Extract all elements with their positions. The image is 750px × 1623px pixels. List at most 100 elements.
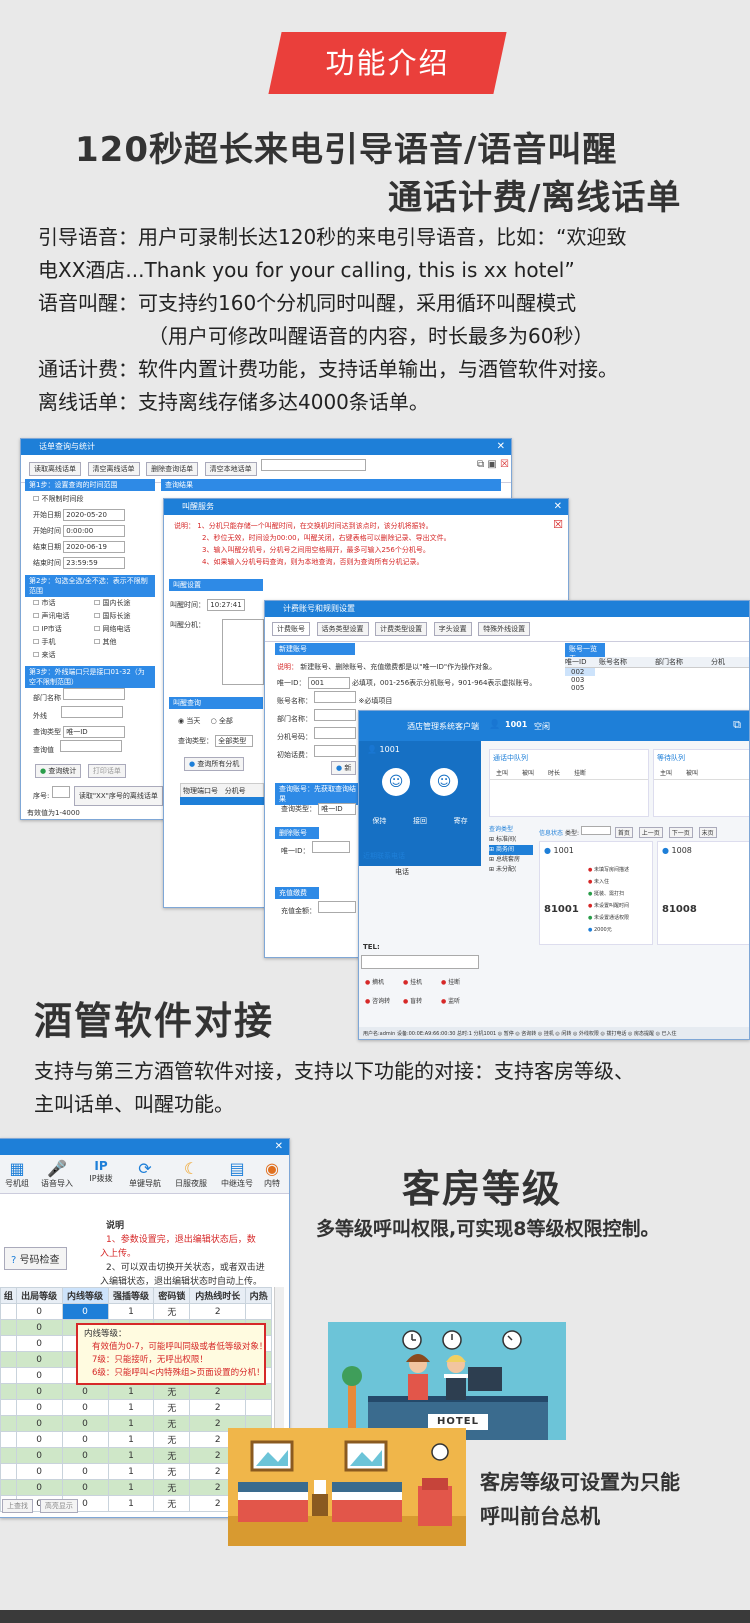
recharge-field[interactable] (318, 901, 357, 913)
consult-transfer-button[interactable]: ● 咨询转 (365, 996, 403, 1005)
window-titlebar: 计费账号和规则设置 (265, 601, 749, 617)
type-checkbox[interactable]: ☐ 手机 (33, 636, 94, 649)
type-checkbox[interactable]: ☐ 国内长途 (94, 597, 155, 610)
paragraph-line: 离线话单：支持离线存储多达4000条话单。 (38, 390, 429, 414)
query-type-select[interactable]: 唯一ID (318, 803, 357, 815)
number-check-button[interactable]: ? 号码检查 (4, 1247, 67, 1270)
close-icon[interactable]: ✕ (554, 499, 562, 515)
table-row[interactable]: 001无2 (0, 1303, 272, 1320)
query-stats-button[interactable]: ● 查询统计 (35, 764, 82, 778)
seq-field[interactable] (51, 786, 70, 798)
hold-button[interactable]: 保持 (372, 816, 386, 826)
close-icon[interactable]: ✕ (497, 439, 505, 455)
desc-line: 2、可以双击切换开关状态，或者双击进 (106, 1263, 265, 1273)
end-time-field[interactable]: 23:59:59 (63, 557, 126, 569)
toolbar-group-button[interactable]: ▦ 号机组 (2, 1159, 32, 1189)
query-all-button[interactable]: ● 查询所有分机 (184, 757, 245, 771)
selected-row[interactable] (180, 797, 264, 805)
toolbar-special-button[interactable]: ◉ 内特 (262, 1159, 282, 1189)
all-radio[interactable]: ○ 全部 (211, 717, 233, 725)
wakeup-time-field[interactable]: 10:27:41 (207, 599, 246, 611)
clear-offline-button[interactable]: 清空离线话单 (87, 462, 140, 476)
type-checkbox[interactable]: ☐ 市话 (33, 597, 94, 610)
delete-id-field[interactable] (311, 841, 350, 853)
blind-transfer-button[interactable]: ● 盲转 (403, 996, 441, 1005)
field-label: 分机号码： (277, 733, 312, 741)
table-row[interactable]: 001无2 (0, 1399, 272, 1416)
tree-item[interactable]: ⊞ 商务间 (489, 845, 533, 855)
field-label: 部门名称 (33, 694, 61, 702)
type-checkbox[interactable]: ☐ 网络电话 (94, 623, 155, 636)
tab-prefix[interactable]: 字头设置 (433, 622, 472, 636)
type-checkbox[interactable]: ☐ 声讯电话 (33, 610, 94, 623)
type-select[interactable] (580, 826, 611, 835)
table-row[interactable]: 001无2 (0, 1383, 272, 1400)
wakeup-ext-textarea[interactable] (222, 619, 264, 685)
hangup-button[interactable]: ● 挂机 (403, 977, 441, 986)
search-input[interactable] (261, 459, 367, 471)
tree-item[interactable]: ⊞ 未分配( (489, 865, 533, 875)
toolbar-nav-button[interactable]: ⟳ 单键导航 (124, 1159, 166, 1189)
dept-field[interactable] (63, 688, 126, 700)
footer-note: 有效值为1-4000 (27, 809, 80, 817)
tab-special-trunk[interactable]: 特殊外线设置 (478, 622, 531, 636)
close-icon[interactable]: ✕ (275, 1139, 283, 1155)
park-button[interactable]: 寄存 (454, 816, 468, 826)
disconnect-button[interactable]: ● 挂断 (441, 977, 479, 986)
last-page-button[interactable]: 末页 (698, 827, 717, 838)
next-page-button[interactable]: 下一页 (668, 827, 693, 838)
toolbar-voice-import-button[interactable]: 🎤 语音导入 (36, 1159, 78, 1189)
paragraph-line: （用户可修改叫醒语音的内容，时长最多为60秒） (148, 324, 594, 348)
type-checkbox[interactable]: ☐ 其他 (94, 636, 155, 649)
toolbar-ip-button[interactable]: IP IP拨拨 (82, 1159, 120, 1189)
room-card[interactable]: ● 1008 81008 (657, 841, 749, 945)
table-row[interactable]: 003 (565, 676, 749, 684)
dept-field[interactable] (314, 709, 357, 721)
tree-item[interactable]: ⊞ 标准间( (489, 835, 533, 845)
toolbar-trunk-button[interactable]: ▤ 中继连号 (216, 1159, 258, 1189)
room-card[interactable]: ● 1001 81001 ● 未填写房间描述 ● 未入住 ● 挺装、需打扫 ● … (539, 841, 653, 945)
clear-local-button[interactable]: 清空本地话单 (204, 462, 257, 476)
toolbar-daynight-button[interactable]: ☾ 日服夜服 (170, 1159, 212, 1189)
window-controls[interactable]: ⧉ ▣ ☒ (477, 459, 509, 470)
today-radio[interactable]: ◉ 当天 (178, 717, 200, 725)
note-line: 1、分机只能存储一个叫醒时间，在交换机时间达到该点时，该分机将振铃。 (197, 522, 433, 530)
tab-billing-account[interactable]: 计费账号 (272, 622, 310, 636)
window-icon[interactable]: ⧉ (733, 718, 741, 732)
first-page-button[interactable]: 首页 (614, 827, 633, 838)
no-limit-checkbox[interactable]: ☐ 不限制时间段 (25, 491, 155, 507)
table-row[interactable]: 002 (565, 668, 595, 676)
start-date-field[interactable]: 2020-05-20 (63, 509, 126, 521)
find-button[interactable]: 上查找 (2, 1499, 33, 1513)
type-checkbox[interactable]: ☐ 来话 (33, 649, 94, 662)
init-fee-field[interactable] (314, 745, 357, 757)
tel-input[interactable] (361, 955, 479, 969)
tab-charge-type[interactable]: 计费类型设置 (375, 622, 428, 636)
trunk-field[interactable] (61, 706, 124, 718)
highlight-button[interactable]: 高亮显示 (39, 1499, 78, 1513)
type-checkbox[interactable]: ☐ IP市话 (33, 623, 94, 636)
start-time-field[interactable]: 0:00:00 (63, 525, 126, 537)
type-checkbox[interactable]: ☐ 国际长途 (94, 610, 155, 623)
pickup-button[interactable]: ● 摘机 (365, 977, 403, 986)
tree-item[interactable]: ⊞ 总统套房 (489, 855, 533, 865)
close-icon[interactable]: ☒ (553, 518, 563, 531)
query-value-field[interactable] (60, 740, 123, 752)
query-type-select[interactable]: 唯一ID (63, 726, 126, 738)
tab-call-type[interactable]: 话务类型设置 (316, 622, 369, 636)
account-name-field[interactable] (314, 691, 357, 703)
prev-page-button[interactable]: 上一页 (638, 827, 663, 838)
ext-field[interactable] (314, 727, 357, 739)
query-type-select[interactable]: 全部类型 (215, 735, 254, 747)
read-offline-button[interactable]: 读取离线话单 (29, 462, 81, 476)
field-label: 查询值 (33, 746, 54, 754)
monitor-button[interactable]: ● 监听 (441, 996, 479, 1005)
new-button[interactable]: ● 新 (331, 761, 357, 775)
retrieve-button[interactable]: 接回 (413, 816, 427, 826)
end-date-field[interactable]: 2020-06-19 (63, 541, 126, 553)
unique-id-field[interactable]: 001 (307, 677, 350, 689)
read-seq-button[interactable]: 读取"XX"序号的离线话单 (73, 786, 163, 806)
table-row[interactable]: 005 (565, 684, 749, 692)
delete-query-button[interactable]: 删除查询话单 (146, 462, 199, 476)
print-button[interactable]: 打印话单 (87, 764, 126, 778)
